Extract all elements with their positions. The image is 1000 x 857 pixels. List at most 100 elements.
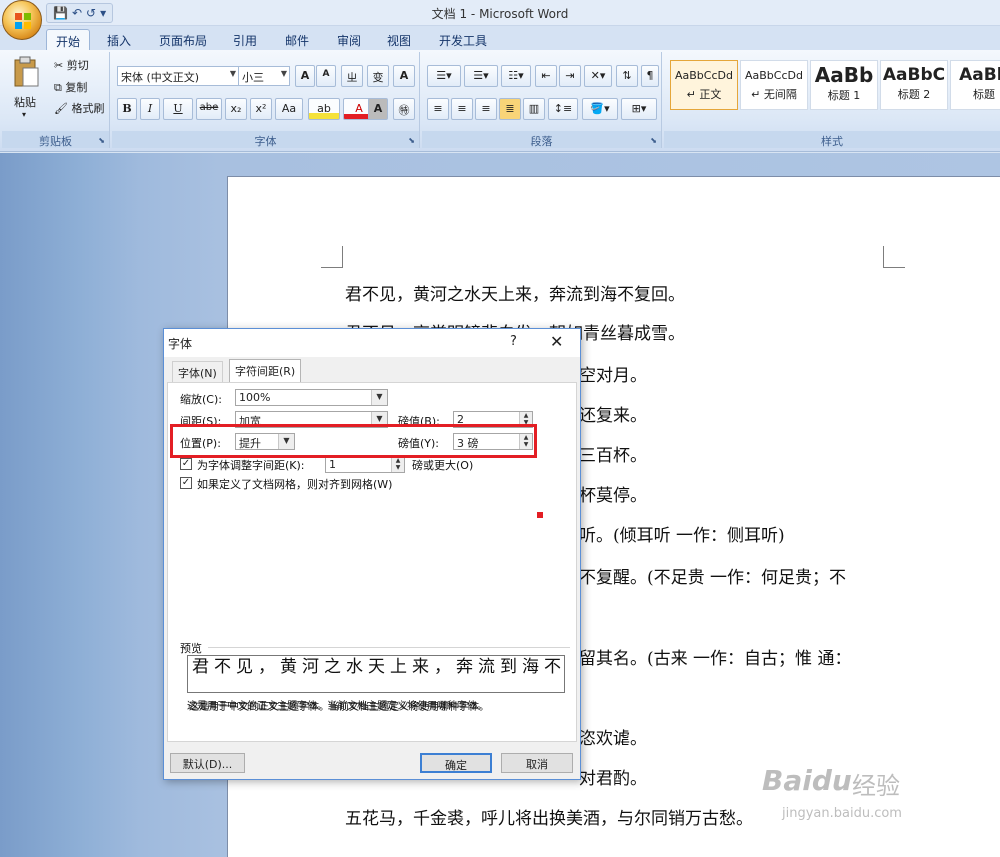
margin-corner-left <box>321 246 343 268</box>
tab-character-spacing[interactable]: 字符间距(R) <box>229 359 302 383</box>
chevron-down-icon: ▼ <box>280 69 287 78</box>
snap-grid-checkbox[interactable]: ✓ <box>180 477 192 489</box>
style-normal[interactable]: AaBbCcDd ↵ 正文 <box>670 60 738 110</box>
tab-home[interactable]: 开始 <box>46 29 90 50</box>
copy-button[interactable]: ⧉ 复制 <box>54 79 87 95</box>
tab-page-layout[interactable]: 页面布局 <box>152 29 214 50</box>
paste-button[interactable]: 粘贴 <box>14 94 36 110</box>
decrease-indent-button[interactable]: ⇤ <box>535 65 557 87</box>
doc-line: 恣欢谑。 <box>579 729 647 749</box>
tab-developer[interactable]: 开发工具 <box>432 29 494 50</box>
enclose-char-button[interactable]: ㊕ <box>393 98 415 120</box>
spinner-icon[interactable]: ▲ ▼ <box>391 457 404 472</box>
cancel-button[interactable]: 取消 <box>501 753 573 773</box>
bullets-button[interactable]: ☰▾ <box>427 65 461 87</box>
paste-icon[interactable] <box>12 56 40 88</box>
sort-button[interactable]: ⇅ <box>616 65 638 87</box>
ok-button[interactable]: 确定 <box>420 753 492 773</box>
ribbon: 粘贴 ▾ ✂ 剪切 ⧉ 复制 🖌 格式刷 剪贴板 ⬊ 宋体 (中文正文) ▼ 小三… <box>0 50 1000 152</box>
show-marks-button[interactable]: ¶ <box>641 65 659 87</box>
italic-button[interactable]: I <box>140 98 160 120</box>
align-right-icon: ≡ <box>481 102 491 115</box>
doc-line: 空对月。 <box>579 366 647 386</box>
shrink-font-button[interactable]: A <box>316 65 336 87</box>
multilevel-icon: ☷▾ <box>508 69 524 82</box>
strikethrough-button[interactable]: abe <box>196 98 222 120</box>
cut-button[interactable]: ✂ 剪切 <box>54 57 89 73</box>
tab-references[interactable]: 引用 <box>226 29 264 50</box>
underline-button[interactable]: U <box>163 98 193 120</box>
paste-dropdown-icon[interactable]: ▾ <box>22 110 26 119</box>
align-left-button[interactable]: ≡ <box>427 98 449 120</box>
char-border-button[interactable]: 变 <box>367 65 389 87</box>
style-title[interactable]: AaBb 标题 <box>950 60 1000 110</box>
align-center-button[interactable]: ≡ <box>451 98 473 120</box>
paragraph-group: ☰▾ ☰▾ ☷▾ ⇤ ⇥ ✕▾ ⇅ ¶ ≡ ≡ ≡ ≣ ▥ ↕≡ 🪣▾ ⊞▾ 段… <box>422 52 662 148</box>
char-shading-button[interactable]: A <box>368 98 388 120</box>
distribute-button[interactable]: ▥ <box>523 98 545 120</box>
distribute-icon: ▥ <box>528 102 540 115</box>
dialog-title-bar[interactable]: 字体 ? ✕ <box>164 329 580 357</box>
scale-select[interactable]: 100% ▼ <box>235 389 388 406</box>
multilevel-list-button[interactable]: ☷▾ <box>501 65 531 87</box>
watermark: Baidu 经验 jingyan.baidu.com <box>742 740 992 840</box>
style-no-spacing[interactable]: AaBbCcDd ↵ 无间隔 <box>740 60 808 110</box>
chevron-down-icon: ▼ <box>371 390 387 405</box>
style-heading-2[interactable]: AaBbC 标题 2 <box>880 60 948 110</box>
close-icon[interactable]: ✕ <box>550 332 563 351</box>
sort-icon: ⇅ <box>622 69 632 82</box>
subscript-button[interactable]: x₂ <box>225 98 247 120</box>
office-button[interactable] <box>2 0 42 40</box>
tab-insert[interactable]: 插入 <box>100 29 138 50</box>
bold-button[interactable]: B <box>117 98 137 120</box>
preview-text: 君不见，黄河之水天上来，奔流到海不 <box>192 657 565 677</box>
borders-button[interactable]: ⊞▾ <box>621 98 657 120</box>
numbering-button[interactable]: ☰▾ <box>464 65 498 87</box>
pilcrow-icon: ¶ <box>646 69 654 82</box>
paragraph-launcher-icon[interactable]: ⬊ <box>650 136 657 145</box>
font-size-combo[interactable]: 小三 ▼ <box>238 66 290 86</box>
preview-divider <box>208 647 570 648</box>
phonetic-icon: ㄓ <box>346 71 358 84</box>
kerning-input[interactable]: 1 ▲ ▼ <box>325 456 405 473</box>
justify-button[interactable]: ≣ <box>499 98 521 120</box>
default-button[interactable]: 默认(D)... <box>170 753 245 773</box>
watermark-brand: Baidu <box>762 764 852 797</box>
kerning-checkbox[interactable]: ✓ <box>180 458 192 470</box>
style-heading-1[interactable]: AaBb 标题 1 <box>810 60 878 110</box>
tab-mailings[interactable]: 邮件 <box>278 29 316 50</box>
clear-format-button[interactable]: A <box>393 65 415 87</box>
doc-line: 对君酌。 <box>579 769 647 789</box>
font-name-combo[interactable]: 宋体 (中文正文) ▼ <box>117 66 239 86</box>
align-right-button[interactable]: ≡ <box>475 98 497 120</box>
tab-font[interactable]: 字体(N) <box>172 361 223 382</box>
clipboard-group: 粘贴 ▾ ✂ 剪切 ⧉ 复制 🖌 格式刷 剪贴板 ⬊ <box>2 52 110 148</box>
highlight-color-button[interactable]: ab <box>308 98 340 120</box>
paragraph-group-label: 段落 <box>422 131 661 148</box>
change-case-button[interactable]: Aa <box>275 98 303 120</box>
format-painter-button[interactable]: 🖌 格式刷 <box>54 100 104 116</box>
font-group: 宋体 (中文正文) ▼ 小三 ▼ A A ㄓ 变 A B I U abe x₂ x²… <box>112 52 420 148</box>
grow-font-button[interactable]: A <box>295 65 315 87</box>
highlight-box <box>170 424 537 458</box>
tab-review[interactable]: 审阅 <box>330 29 368 50</box>
phonetic-guide-button[interactable]: ㄓ <box>341 65 363 87</box>
help-button[interactable]: ? <box>510 334 517 349</box>
preview-note-line: 这是用于中文的正文主题字体。当前文档主题定义将使用哪种字体。 <box>187 701 487 712</box>
borders-icon: ⊞▾ <box>631 102 647 115</box>
tab-view[interactable]: 视图 <box>380 29 418 50</box>
char-border-icon: 变 <box>372 71 384 84</box>
font-dialog: 字体 ? ✕ 字体(N) 字符间距(R) 缩放(C): 100% ▼ 间距(S):… <box>163 328 581 780</box>
shading-button[interactable]: 🪣▾ <box>582 98 618 120</box>
line-spacing-button[interactable]: ↕≡ <box>548 98 578 120</box>
superscript-button[interactable]: x² <box>250 98 272 120</box>
red-marker <box>537 512 543 518</box>
bullets-icon: ☰▾ <box>436 69 452 82</box>
font-group-label: 字体 <box>112 131 419 148</box>
increase-indent-button[interactable]: ⇥ <box>559 65 581 87</box>
clipboard-launcher-icon[interactable]: ⬊ <box>98 136 105 145</box>
watermark-cn: 经验 <box>852 772 900 800</box>
chinese-layout-button[interactable]: ✕▾ <box>584 65 612 87</box>
font-launcher-icon[interactable]: ⬊ <box>408 136 415 145</box>
watermark-url: jingyan.baidu.com <box>782 806 902 821</box>
